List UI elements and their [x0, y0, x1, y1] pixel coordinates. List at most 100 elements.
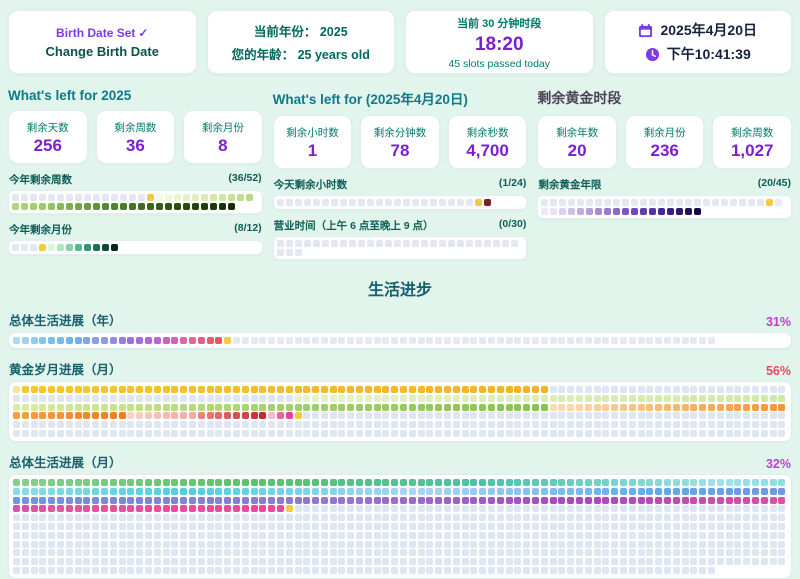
grid-square	[110, 523, 117, 530]
grid-square	[57, 558, 64, 565]
grid-square	[470, 404, 477, 411]
grid-square	[770, 541, 777, 548]
grid-square	[541, 558, 548, 565]
grid-square	[277, 505, 284, 512]
birth-date-status: Birth Date Set✓	[56, 26, 148, 40]
grid-square	[111, 244, 118, 251]
grid-square	[541, 430, 548, 437]
grid-square	[595, 208, 602, 215]
grid-square	[242, 558, 249, 565]
grid-square	[435, 558, 442, 565]
grid-square	[743, 395, 750, 402]
grid-square	[145, 488, 152, 495]
grid-square	[708, 541, 715, 548]
grid-square	[338, 541, 345, 548]
grid-square	[330, 430, 337, 437]
grid-square	[673, 558, 680, 565]
grid-square	[479, 505, 486, 512]
grid-square	[435, 505, 442, 512]
grid-square	[532, 514, 539, 521]
grid-square	[201, 194, 208, 201]
grid-square	[382, 567, 389, 574]
grid-square	[638, 514, 645, 521]
grid-square	[435, 497, 442, 504]
grid-square	[470, 541, 477, 548]
grid-square	[649, 208, 656, 215]
grid-square	[233, 412, 240, 419]
grid-square	[312, 532, 319, 539]
grid-square	[171, 558, 178, 565]
grid-square	[391, 505, 398, 512]
grid-square	[613, 208, 620, 215]
grid-square	[30, 203, 37, 210]
grid-square	[127, 412, 134, 419]
grid-square	[391, 567, 398, 574]
grid-square	[119, 404, 126, 411]
grid-square	[198, 479, 205, 486]
grid-square	[497, 386, 504, 393]
grid-square	[295, 523, 302, 530]
grid-square	[690, 541, 697, 548]
date-row: 2025年4月20日	[638, 20, 757, 40]
grid-square	[470, 488, 477, 495]
grid-square	[356, 541, 363, 548]
grid-square	[163, 549, 170, 556]
grid-square	[22, 421, 29, 428]
grid-square	[699, 558, 706, 565]
life-months-grid	[8, 474, 792, 579]
grid-square	[224, 558, 231, 565]
grid-square	[611, 395, 618, 402]
grid-square	[453, 430, 460, 437]
grid-square	[391, 337, 398, 344]
grid-square	[734, 404, 741, 411]
grid-square	[664, 523, 671, 530]
grid-square	[198, 549, 205, 556]
grid-square	[30, 244, 37, 251]
grid-square	[75, 514, 82, 521]
grid-square	[743, 549, 750, 556]
grid-square	[101, 421, 108, 428]
grid-square	[242, 532, 249, 539]
grid-square	[435, 404, 442, 411]
grid-square	[770, 558, 777, 565]
grid-square	[409, 430, 416, 437]
grid-square	[215, 523, 222, 530]
grid-square	[180, 412, 187, 419]
grid-square	[470, 549, 477, 556]
grid-square	[743, 505, 750, 512]
change-birth-date-button[interactable]: Change Birth Date	[46, 44, 159, 59]
grid-square	[734, 514, 741, 521]
grid-square	[189, 488, 196, 495]
grid-square	[708, 558, 715, 565]
grid-square	[497, 421, 504, 428]
grid-square	[550, 412, 557, 419]
grid-square	[629, 386, 636, 393]
grid-square	[66, 194, 73, 201]
grid-square	[409, 549, 416, 556]
grid-square	[39, 541, 46, 548]
grid-square	[312, 430, 319, 437]
grid-square	[304, 240, 311, 247]
grid-square	[31, 488, 38, 495]
grid-square	[268, 523, 275, 530]
grid-square	[778, 497, 785, 504]
grid-square	[550, 488, 557, 495]
grid-square	[631, 208, 638, 215]
grid-square	[391, 532, 398, 539]
grid-square	[453, 567, 460, 574]
grid-square	[242, 421, 249, 428]
grid-square	[251, 337, 258, 344]
grid-square	[690, 479, 697, 486]
grid-square	[13, 421, 20, 428]
grid-square	[189, 505, 196, 512]
grid-square	[145, 541, 152, 548]
grid-square	[708, 421, 715, 428]
grid-square	[110, 558, 117, 565]
grid-square	[444, 395, 451, 402]
grid-square	[400, 514, 407, 521]
grid-square	[119, 558, 126, 565]
grid-square	[48, 541, 55, 548]
grid-square	[382, 421, 389, 428]
grid-square	[453, 488, 460, 495]
grid-square	[75, 430, 82, 437]
